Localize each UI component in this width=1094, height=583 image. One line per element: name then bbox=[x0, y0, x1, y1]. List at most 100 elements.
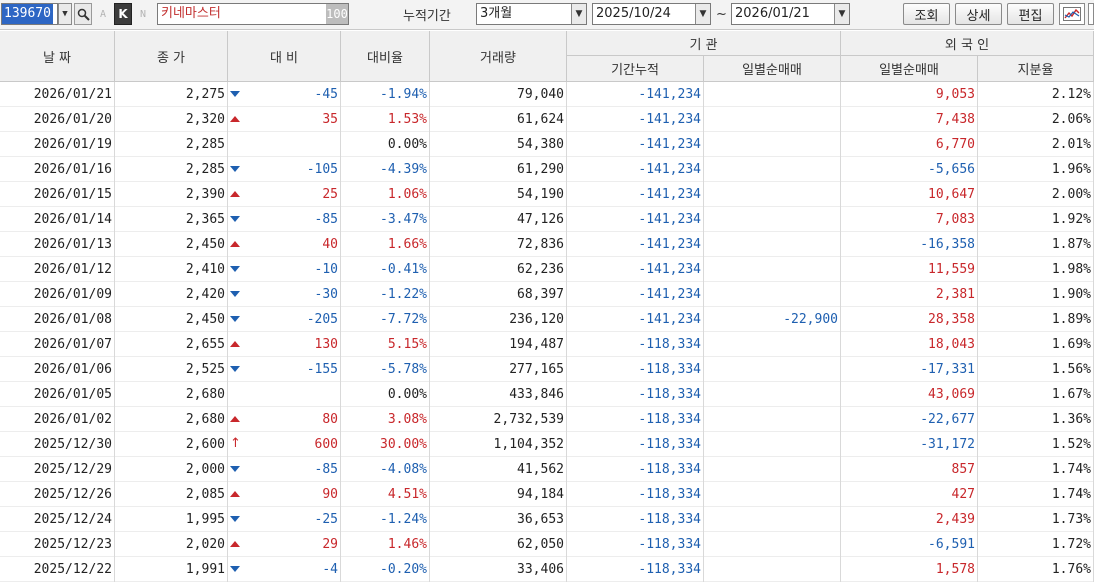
cell-inst-daily bbox=[704, 557, 841, 582]
cell-change bbox=[228, 382, 341, 407]
header-change-rate[interactable]: 대비율 bbox=[341, 31, 430, 82]
up-triangle-icon bbox=[230, 491, 240, 497]
cell-for-daily: 2,439 bbox=[841, 507, 978, 532]
cell-close: 2,525 bbox=[115, 357, 228, 382]
cell-inst-daily bbox=[704, 132, 841, 157]
cell-for-daily: -22,677 bbox=[841, 407, 978, 432]
table-row[interactable]: 2026/01/19 2,285 0.00% 54,380 -141,234 6,770 2… bbox=[0, 132, 1094, 157]
table-row[interactable]: 2026/01/20 2,320 35 1.53% 61,624 -141,234 7,43… bbox=[0, 107, 1094, 132]
header-foreign-share[interactable]: 지분율 bbox=[978, 56, 1094, 82]
table-row[interactable]: 2026/01/09 2,420 -30 -1.22% 68,397 -141,234 2,… bbox=[0, 282, 1094, 307]
cell-volume: 54,380 bbox=[430, 132, 567, 157]
toolbar: 139670 ▼ A K N 키네마스터 100 누적기간 3개월 ▼ 2025… bbox=[0, 0, 1094, 30]
cell-change: 80 bbox=[228, 407, 341, 432]
cell-for-daily: -16,358 bbox=[841, 232, 978, 257]
cell-rate: -7.72% bbox=[341, 307, 430, 332]
table-row[interactable]: 2025/12/26 2,085 90 4.51% 94,184 -118,334 427 1… bbox=[0, 482, 1094, 507]
cell-volume: 36,653 bbox=[430, 507, 567, 532]
table-row[interactable]: 2025/12/24 1,995 -25 -1.24% 36,653 -118,334 2,… bbox=[0, 507, 1094, 532]
cell-inst-cum: -141,234 bbox=[567, 307, 704, 332]
cell-volume: 94,184 bbox=[430, 482, 567, 507]
table-row[interactable]: 2026/01/02 2,680 80 3.08% 2,732,539 -118,334 -… bbox=[0, 407, 1094, 432]
cell-date: 2025/12/26 bbox=[0, 482, 115, 507]
n-label[interactable]: N bbox=[136, 3, 150, 25]
cell-for-share: 1.74% bbox=[978, 457, 1094, 482]
cell-for-share: 2.12% bbox=[978, 82, 1094, 107]
table-row[interactable]: 2026/01/06 2,525 -155 -5.78% 277,165 -118,334… bbox=[0, 357, 1094, 382]
header-date[interactable]: 날 짜 bbox=[0, 31, 115, 82]
table-row[interactable]: 2026/01/07 2,655 130 5.15% 194,487 -118,334 18… bbox=[0, 332, 1094, 357]
period-value: 3개월 bbox=[480, 6, 513, 21]
cell-inst-cum: -118,334 bbox=[567, 482, 704, 507]
cell-rate: 4.51% bbox=[341, 482, 430, 507]
stock-search-button[interactable] bbox=[74, 3, 92, 25]
cell-inst-cum: -118,334 bbox=[567, 432, 704, 457]
cell-for-daily: 11,559 bbox=[841, 257, 978, 282]
table-row[interactable]: 2025/12/30 2,600 600 30.00% 1,104,352 -118,33… bbox=[0, 432, 1094, 457]
edit-button[interactable]: 편집 bbox=[1007, 3, 1054, 25]
cell-close: 2,680 bbox=[115, 382, 228, 407]
cell-change: -25 bbox=[228, 507, 341, 532]
table-row[interactable]: 2026/01/15 2,390 25 1.06% 54,190 -141,234 10,6… bbox=[0, 182, 1094, 207]
table-row[interactable]: 2026/01/05 2,680 0.00% 433,846 -118,334 43,06… bbox=[0, 382, 1094, 407]
cell-date: 2026/01/15 bbox=[0, 182, 115, 207]
header-inst-daily[interactable]: 일별순매매 bbox=[704, 56, 841, 82]
header-foreign-daily[interactable]: 일별순매매 bbox=[841, 56, 978, 82]
cell-inst-daily bbox=[704, 407, 841, 432]
cell-rate: 1.53% bbox=[341, 107, 430, 132]
header-foreign: 외 국 인 bbox=[841, 31, 1094, 56]
table-row[interactable]: 2026/01/12 2,410 -10 -0.41% 62,236 -141,234 11… bbox=[0, 257, 1094, 282]
start-date-picker[interactable]: 2025/10/24 ▼ bbox=[592, 3, 711, 25]
a-label[interactable]: A bbox=[96, 3, 110, 25]
cell-change: 35 bbox=[228, 107, 341, 132]
table-row[interactable]: 2026/01/21 2,275 -45 -1.94% 79,040 -141,234 9,… bbox=[0, 82, 1094, 107]
stock-code-input[interactable]: 139670 bbox=[1, 3, 58, 25]
cell-close: 2,420 bbox=[115, 282, 228, 307]
cell-rate: 3.08% bbox=[341, 407, 430, 432]
overflow-button[interactable] bbox=[1088, 3, 1094, 25]
cell-change: 90 bbox=[228, 482, 341, 507]
table-row[interactable]: 2026/01/14 2,365 -85 -3.47% 47,126 -141,234 7,… bbox=[0, 207, 1094, 232]
cell-rate: -4.08% bbox=[341, 457, 430, 482]
cell-rate: -4.39% bbox=[341, 157, 430, 182]
header-volume[interactable]: 거래량 bbox=[430, 31, 567, 82]
cell-for-daily: 28,358 bbox=[841, 307, 978, 332]
down-triangle-icon bbox=[230, 266, 240, 272]
stock-code-dropdown[interactable]: ▼ bbox=[58, 3, 72, 25]
cell-for-share: 1.92% bbox=[978, 207, 1094, 232]
table-row[interactable]: 2026/01/13 2,450 40 1.66% 72,836 -141,234 -16,… bbox=[0, 232, 1094, 257]
cell-change: -105 bbox=[228, 157, 341, 182]
stock-name-field[interactable]: 키네마스터 100 bbox=[157, 3, 349, 25]
search-button[interactable]: 조회 bbox=[903, 3, 950, 25]
start-date: 2025/10/24 bbox=[596, 6, 671, 21]
cell-volume: 68,397 bbox=[430, 282, 567, 307]
header-change[interactable]: 대 비 bbox=[228, 31, 341, 82]
down-triangle-icon bbox=[230, 366, 240, 372]
cell-inst-daily bbox=[704, 82, 841, 107]
table-row[interactable]: 2026/01/16 2,285 -105 -4.39% 61,290 -141,234 -… bbox=[0, 157, 1094, 182]
header-inst-cumulative[interactable]: 기간누적 bbox=[567, 56, 704, 82]
cell-for-daily: 2,381 bbox=[841, 282, 978, 307]
table-row[interactable]: 2025/12/29 2,000 -85 -4.08% 41,562 -118,334 85… bbox=[0, 457, 1094, 482]
cell-date: 2026/01/05 bbox=[0, 382, 115, 407]
k-button[interactable]: K bbox=[114, 3, 132, 25]
period-select[interactable]: 3개월 ▼ bbox=[476, 3, 587, 25]
cell-for-daily: -17,331 bbox=[841, 357, 978, 382]
detail-button[interactable]: 상세 bbox=[955, 3, 1002, 25]
cell-rate: 1.46% bbox=[341, 532, 430, 557]
chart-button[interactable] bbox=[1059, 3, 1085, 25]
cell-volume: 41,562 bbox=[430, 457, 567, 482]
table-row[interactable]: 2025/12/22 1,991 -4 -0.20% 33,406 -118,334 1,5… bbox=[0, 557, 1094, 582]
end-date-picker[interactable]: 2026/01/21 ▼ bbox=[731, 3, 850, 25]
header-close[interactable]: 종 가 bbox=[115, 31, 228, 82]
cell-date: 2026/01/12 bbox=[0, 257, 115, 282]
cell-change: 600 bbox=[228, 432, 341, 457]
chevron-down-icon: ▼ bbox=[834, 4, 849, 24]
name-badge: 100 bbox=[326, 4, 348, 24]
table-row[interactable]: 2026/01/08 2,450 -205 -7.72% 236,120 -141,234… bbox=[0, 307, 1094, 332]
cell-for-daily: 18,043 bbox=[841, 332, 978, 357]
up-triangle-icon bbox=[230, 191, 240, 197]
cell-rate: -3.47% bbox=[341, 207, 430, 232]
table-row[interactable]: 2025/12/23 2,020 29 1.46% 62,050 -118,334 -6,5… bbox=[0, 532, 1094, 557]
cell-close: 1,995 bbox=[115, 507, 228, 532]
